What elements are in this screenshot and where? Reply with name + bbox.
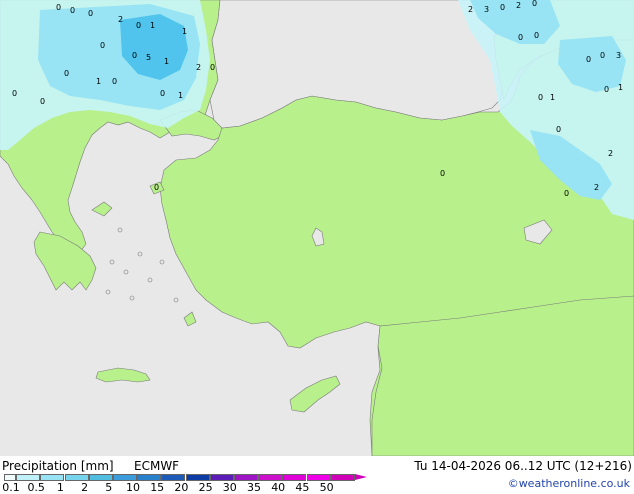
valid-time: Tu 14-04-2026 06..12 UTC (12+216) xyxy=(414,459,632,473)
precip-label: 2 xyxy=(516,1,521,10)
precip-label: 0 xyxy=(556,125,561,134)
precip-label: 0 xyxy=(100,41,105,50)
precip-label: 1 xyxy=(182,27,187,36)
colorbar-tick-label: 45 xyxy=(295,481,310,494)
precip-label: 2 xyxy=(594,183,599,192)
colorbar-segment xyxy=(161,474,186,481)
colorbar-segment xyxy=(137,474,162,481)
precipitation-map: 0 0 0 2 0 1 1 0 0 0 5 1 0 1 0 2 0 1 0 0 … xyxy=(0,0,634,456)
colorbar-segment xyxy=(40,474,65,481)
colorbar-tick-label: 40 xyxy=(271,481,286,494)
credit-link[interactable]: ©weatheronline.co.uk xyxy=(508,478,630,490)
colorbar-tick-label: 10 xyxy=(126,481,140,494)
legend-title: Precipitation [mm] xyxy=(2,459,114,473)
precip-label: 0 xyxy=(518,33,523,42)
colorbar-tick-label: 25 xyxy=(198,481,213,494)
precip-label: 1 xyxy=(178,91,183,100)
precip-label: 1 xyxy=(150,21,155,30)
colorbar-tick-label: 2 xyxy=(81,481,89,494)
precip-label: 0 xyxy=(440,169,445,178)
precip-label: 3 xyxy=(616,51,621,60)
precip-label: 0 xyxy=(160,89,165,98)
precip-label: 0 xyxy=(500,3,505,12)
precip-label: 0 xyxy=(600,51,605,60)
precip-label: 0 xyxy=(136,21,141,30)
colorbar-tick-label: 30 xyxy=(222,481,237,494)
precip-label: 0 xyxy=(564,189,569,198)
precip-label: 2 xyxy=(118,15,123,24)
colorbar-tick-label: 1 xyxy=(56,481,64,494)
colorbar-segment xyxy=(258,474,283,481)
colorbar-segment xyxy=(16,474,41,481)
colorbar-segment xyxy=(282,474,307,481)
precip-label: 0 xyxy=(538,93,543,102)
colorbar-tick-label: 35 xyxy=(247,481,261,494)
precip-label: 1 xyxy=(96,77,101,86)
precip-label: 0 xyxy=(64,69,69,78)
colorbar-tick-label: 0.5 xyxy=(27,481,45,494)
colorbar-segment xyxy=(112,474,138,481)
precip-label: 0 xyxy=(532,0,537,8)
precip-label: 1 xyxy=(550,93,555,102)
colorbar-tick-label: 5 xyxy=(105,481,113,494)
precip-label: 0 xyxy=(154,183,159,192)
precip-label: 2 xyxy=(196,63,201,72)
colorbar-segment xyxy=(233,474,259,481)
colorbar-segment xyxy=(4,474,17,481)
precip-label: 2 xyxy=(608,149,613,158)
precip-label: 0 xyxy=(40,97,45,106)
colorbar-arrow xyxy=(354,474,367,480)
precip-label: 0 xyxy=(534,31,539,40)
precip-label: 0 xyxy=(586,55,591,64)
precip-label: 0 xyxy=(56,3,61,12)
colorbar-tick-label: 20 xyxy=(174,481,189,494)
precip-label: 0 xyxy=(12,89,17,98)
colorbar-segment xyxy=(88,474,113,481)
precip-label: 2 xyxy=(468,5,473,14)
precip-label: 0 xyxy=(70,6,75,15)
precip-label: 1 xyxy=(164,57,169,66)
colorbar-segment xyxy=(209,474,234,481)
colorbar-segment xyxy=(185,474,210,481)
colorbar-tick-label: 0.1 xyxy=(2,481,20,494)
precip-label: 0 xyxy=(132,51,137,60)
precip-label: 0 xyxy=(112,77,117,86)
precip-label: 0 xyxy=(604,85,609,94)
colorbar-tick-label: 50 xyxy=(319,481,334,494)
colorbar-segment xyxy=(306,474,331,481)
colorbar-segment xyxy=(330,474,355,481)
precip-label: 3 xyxy=(484,5,489,14)
precip-label: 0 xyxy=(88,9,93,18)
precip-label: 0 xyxy=(210,63,215,72)
colorbar-tick-label: 15 xyxy=(150,481,165,494)
legend-model: ECMWF xyxy=(134,459,180,473)
precip-label: 5 xyxy=(146,53,151,62)
precip-label: 1 xyxy=(618,83,623,92)
colorbar-segment xyxy=(64,474,89,481)
